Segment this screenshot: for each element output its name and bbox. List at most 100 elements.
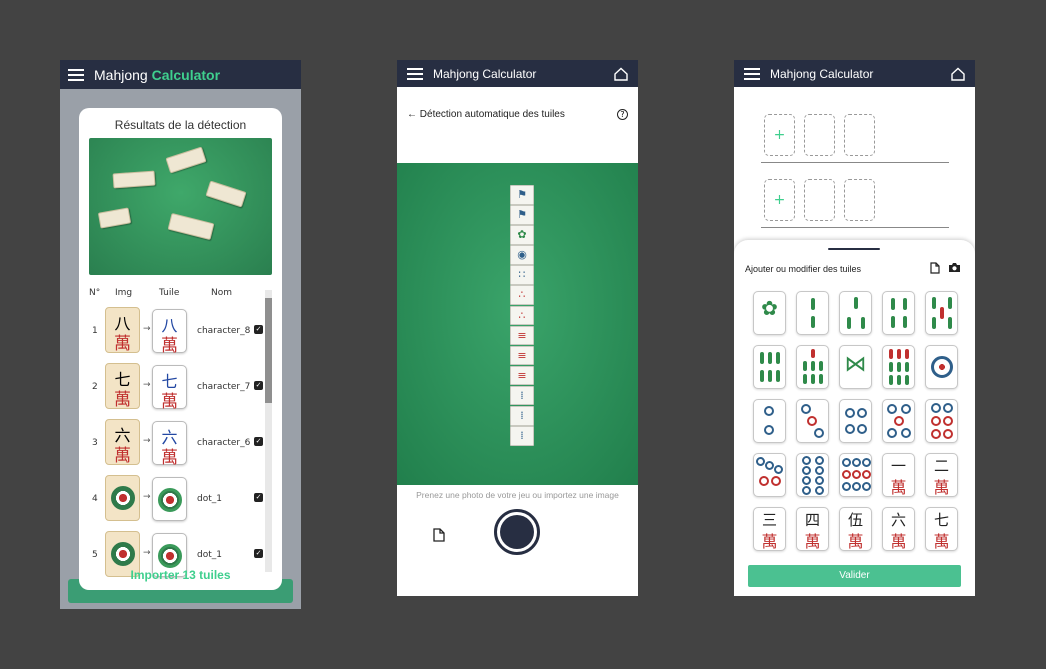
camera-icon[interactable] — [948, 262, 961, 273]
row-number: 1 — [92, 326, 98, 336]
tile-dot-9[interactable] — [839, 453, 872, 497]
tile-suit: 萬 — [114, 390, 131, 410]
stack-tile: ✿ — [510, 225, 534, 245]
tile-character-4[interactable]: 四萬 — [796, 507, 829, 551]
add-tile-slot[interactable]: + — [764, 114, 795, 156]
matched-tile[interactable]: 七萬 — [152, 365, 187, 412]
dot-icon — [111, 486, 135, 510]
add-tile-slot[interactable]: + — [764, 179, 795, 221]
tile-name: character_7 — [197, 382, 251, 392]
app-title: Mahjong Calculator — [94, 67, 220, 83]
tile-bamboo-3[interactable] — [839, 291, 872, 335]
sheet-handle[interactable] — [828, 248, 880, 250]
table-row: 3 六萬 → 六萬 character_6 ✓ — [79, 416, 269, 468]
tile-suit: 萬 — [890, 478, 907, 497]
tile-numeral: 三 — [761, 511, 777, 529]
tile-character-7[interactable]: 七萬 — [925, 507, 958, 551]
tile-bamboo-5[interactable] — [925, 291, 958, 335]
empty-tile-slot[interactable] — [804, 114, 835, 156]
menu-icon[interactable] — [744, 65, 760, 83]
sheet-actions — [930, 262, 961, 274]
dialog-title: Résultats de la détection — [114, 118, 247, 132]
empty-tile-slot[interactable] — [844, 179, 875, 221]
tile-bamboo-7[interactable] — [796, 345, 829, 389]
photo-tile-group — [167, 212, 215, 241]
divider — [761, 227, 949, 228]
detected-image: 六萬 — [105, 419, 140, 466]
row-checkbox[interactable]: ✓ — [254, 493, 263, 502]
row-checkbox[interactable]: ✓ — [254, 437, 263, 446]
empty-tile-slot[interactable] — [844, 114, 875, 156]
tile-dot-6[interactable] — [925, 399, 958, 443]
scrollbar-thumb[interactable] — [265, 298, 272, 403]
tile-character-3[interactable]: 三萬 — [753, 507, 786, 551]
auto-detection-screen: Mahjong Calculator ← Détection automatiq… — [397, 60, 638, 596]
stack-tile: ⁞ — [510, 426, 534, 446]
tile-bamboo-2[interactable] — [796, 291, 829, 335]
dot-icon — [111, 542, 135, 566]
arrow-icon: → — [143, 380, 151, 390]
app-bar: Mahjong Calculator — [734, 60, 975, 87]
stack-tile: ⁞ — [510, 385, 534, 406]
detection-results-screen: Mahjong Calculator Résultats de la détec… — [60, 60, 301, 609]
matched-tile[interactable]: 六萬 — [152, 421, 187, 468]
camera-preview: ⚑ ⚑ ✿ ◉ ∷ ∴ ∴ ≡ ≡ ≡ ⁞ ⁞ ⁞ — [397, 163, 638, 485]
row-checkbox[interactable]: ✓ — [254, 325, 263, 334]
menu-icon[interactable] — [68, 66, 84, 84]
shutter-button[interactable] — [494, 509, 540, 555]
file-import-icon[interactable] — [433, 528, 445, 542]
tile-suit: 萬 — [161, 448, 178, 468]
help-icon[interactable]: ? — [617, 109, 628, 120]
bamboo-pattern-icon: ⋈ — [844, 352, 867, 377]
bird-icon: ✿ — [761, 296, 778, 320]
tile-numeral: 七 — [933, 511, 949, 529]
home-icon[interactable] — [951, 67, 965, 81]
menu-icon[interactable] — [407, 65, 423, 83]
tile-dot-3[interactable] — [796, 399, 829, 443]
column-image: Img — [115, 288, 133, 298]
tile-picker-sheet: Ajouter ou modifier des tuiles ✿ ⋈ 一 萬 二… — [734, 240, 975, 596]
page-title: Détection automatique des tuiles — [419, 109, 565, 120]
row-number: 4 — [92, 494, 98, 504]
tile-dot-1[interactable] — [925, 345, 958, 389]
tile-dot-7[interactable] — [753, 453, 786, 497]
tile-suit: 萬 — [933, 532, 950, 551]
column-number: N° — [89, 288, 101, 298]
stack-tile: ⁞ — [510, 406, 534, 426]
tile-character-2[interactable]: 二萬 — [925, 453, 958, 497]
import-tiles-button[interactable]: Importer 13 tuiles — [79, 568, 282, 582]
tile-suit: 萬 — [114, 334, 131, 354]
tile-bamboo-8[interactable]: ⋈ — [839, 345, 872, 389]
tile-stack: ⚑ ⚑ ✿ ◉ ∷ ∴ ∴ ≡ ≡ ≡ ⁞ ⁞ ⁞ — [510, 185, 534, 446]
tile-bamboo-9[interactable] — [882, 345, 915, 389]
tile-bamboo-6[interactable] — [753, 345, 786, 389]
tile-dot-5[interactable] — [882, 399, 915, 443]
tile-suit: 萬 — [761, 532, 778, 551]
tile-dot-2[interactable] — [753, 399, 786, 443]
tile-bamboo-1[interactable]: ✿ — [753, 291, 786, 335]
validate-button[interactable]: Valider — [748, 565, 961, 587]
arrow-icon: → — [143, 324, 151, 334]
row-checkbox[interactable]: ✓ — [254, 381, 263, 390]
home-icon[interactable] — [614, 67, 628, 81]
app-title-prefix: Mahjong — [94, 66, 152, 83]
tile-character-5[interactable]: 伍萬 — [839, 507, 872, 551]
column-tile: Tuile — [159, 288, 180, 298]
file-import-icon[interactable] — [930, 262, 940, 274]
back-button[interactable]: ← Détection automatique des tuiles — [407, 109, 565, 120]
column-name: Nom — [211, 288, 233, 298]
stack-tile: ≡ — [510, 365, 534, 386]
row-checkbox[interactable]: ✓ — [254, 549, 263, 558]
matched-tile[interactable] — [152, 477, 187, 521]
stack-tile: ∷ — [510, 265, 534, 285]
empty-tile-slot[interactable] — [804, 179, 835, 221]
tile-bamboo-4[interactable] — [882, 291, 915, 335]
tile-dot-4[interactable] — [839, 399, 872, 443]
capture-prompt: Prenez une photo de votre jeu ou importe… — [416, 490, 619, 500]
tile-character-6[interactable]: 六萬 — [882, 507, 915, 551]
matched-tile[interactable]: 八萬 — [152, 309, 187, 356]
tile-dot-8[interactable] — [796, 453, 829, 497]
tile-suit: 萬 — [847, 532, 864, 551]
tile-character-1[interactable]: 一萬 — [882, 453, 915, 497]
results-scrollbar[interactable] — [265, 290, 272, 572]
